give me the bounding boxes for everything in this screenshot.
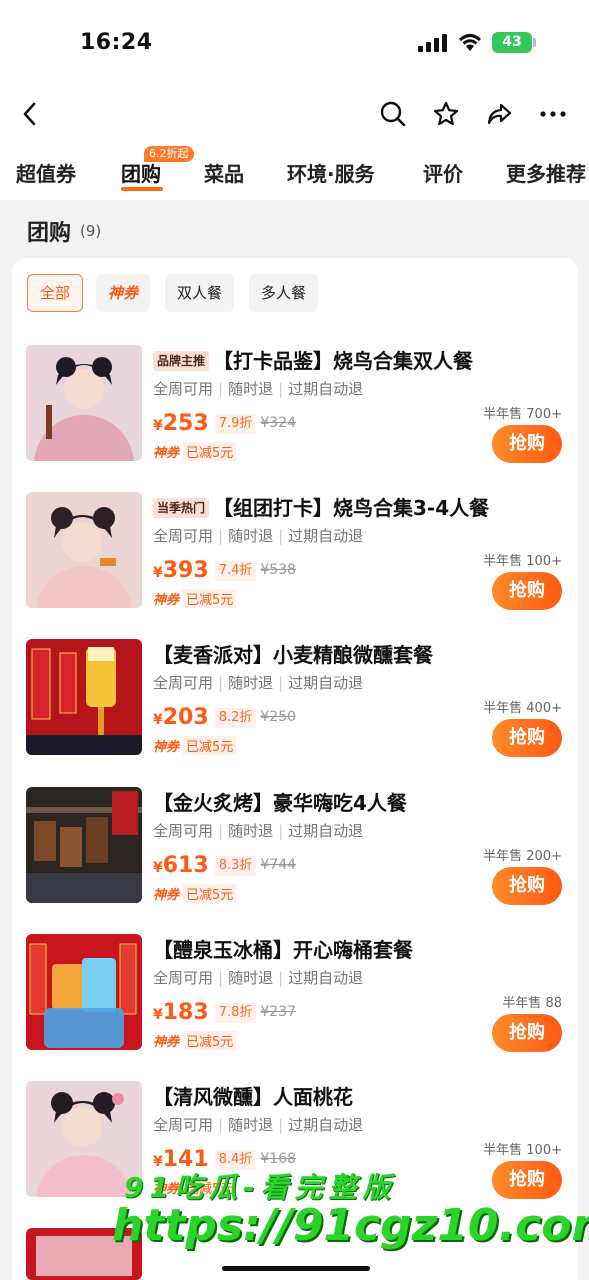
battery-icon: 43 — [492, 32, 532, 53]
deal-thumbnail — [26, 492, 142, 608]
sold-count: 半年售 88 — [502, 996, 562, 1011]
filter-shenquan[interactable]: 神券 — [96, 274, 151, 312]
deal-attributes: 全周可用 | 随时退 | 过期自动退 — [153, 380, 364, 398]
home-indicator — [222, 1266, 370, 1271]
discount-label: 7.8折 — [214, 1003, 257, 1023]
deal-title: 品牌主推 【打卡品鉴】烧鸟合集双人餐 — [153, 345, 573, 374]
filter-two-person[interactable]: 双人餐 — [165, 274, 235, 312]
deal-thumbnail — [26, 345, 142, 461]
original-price: ¥744 — [260, 857, 297, 873]
deal-attributes: 全周可用 | 随时退 | 过期自动退 — [153, 822, 364, 840]
tab-coupons[interactable]: 超值券 — [16, 158, 76, 187]
filter-multi-person[interactable]: 多人餐 — [249, 274, 319, 312]
nav-bar — [0, 88, 589, 140]
price-row: ¥393 7.4折 ¥538 — [153, 558, 297, 583]
buy-button[interactable]: 抢购 — [492, 719, 562, 757]
more-icon[interactable] — [537, 98, 569, 130]
promo-label: 神券 已减5元 — [153, 442, 237, 461]
buy-button[interactable]: 抢购 — [492, 1161, 562, 1199]
deal-title: 【醴泉玉冰桶】开心嗨桶套餐 — [153, 938, 413, 962]
star-icon[interactable] — [430, 98, 462, 130]
wifi-icon — [456, 31, 484, 53]
deal-price: 613 — [162, 853, 209, 878]
deal-item[interactable]: 当季热门 【组团打卡】烧鸟合集3-4人餐 全周可用 | 随时退 | 过期自动退 ¥393 7… — [26, 492, 566, 612]
category-tabs: 超值券 团购 菜品 环境·服务 评价 更多推荐 — [0, 140, 589, 200]
price-row: ¥183 7.8折 ¥237 — [153, 1000, 297, 1025]
deal-attributes: 全周可用 | 随时退 | 过期自动退 — [153, 969, 364, 987]
back-arrow-icon[interactable] — [14, 98, 46, 130]
original-price: ¥168 — [260, 1151, 297, 1167]
buy-button[interactable]: 抢购 — [492, 572, 562, 610]
tab-reviews[interactable]: 评价 — [423, 158, 463, 187]
section-count: (9) — [80, 222, 102, 240]
original-price: ¥324 — [260, 415, 297, 431]
battery-cap — [533, 38, 536, 47]
deal-attributes: 全周可用 | 随时退 | 过期自动退 — [153, 674, 364, 692]
deal-title: 【麦香派对】小麦精酿微醺套餐 — [153, 643, 433, 667]
cellular-signal-icon — [418, 34, 448, 52]
deal-tag: 品牌主推 — [153, 351, 210, 371]
deal-title: 【金火炙烤】豪华嗨吃4人餐 — [153, 791, 407, 815]
deal-item[interactable]: 品牌主推 【打卡品鉴】烧鸟合集双人餐 全周可用 | 随时退 | 过期自动退 ¥253 7.9… — [26, 345, 566, 465]
deal-price: 253 — [162, 411, 209, 436]
deal-attributes: 全周可用 | 随时退 | 过期自动退 — [153, 527, 364, 545]
discount-label: 7.4折 — [214, 561, 257, 581]
deal-tag: 当季热门 — [153, 498, 210, 518]
deal-item[interactable]: 【醴泉玉冰桶】开心嗨桶套餐 全周可用 | 随时退 | 过期自动退 ¥183 7.8折 ¥23… — [26, 934, 566, 1054]
promo-label: 神券 已减5元 — [153, 736, 237, 755]
promo-label: 神券 已减5元 — [153, 589, 237, 608]
deal-title: 【清风微醺】人面桃花 — [153, 1085, 353, 1109]
buy-button[interactable]: 抢购 — [492, 1014, 562, 1052]
deal-attributes: 全周可用 | 随时退 | 过期自动退 — [153, 1116, 364, 1134]
status-bar: 16:24 43 — [0, 0, 589, 88]
filter-all[interactable]: 全部 — [27, 274, 84, 312]
sold-count: 半年售 400+ — [483, 701, 562, 716]
watermark-line-2: https://91cgz10.com — [112, 1200, 589, 1251]
sold-count: 半年售 200+ — [483, 849, 562, 864]
deal-price: 183 — [162, 1000, 209, 1025]
discount-badge: 6.2折起 — [144, 146, 194, 162]
deal-price: 203 — [162, 705, 209, 730]
price-row: ¥203 8.2折 ¥250 — [153, 705, 297, 730]
promo-label: 神券 已减5元 — [153, 1031, 237, 1050]
tab-dishes[interactable]: 菜品 — [204, 158, 244, 187]
tab-more-recommend[interactable]: 更多推荐 — [506, 158, 586, 187]
deal-item[interactable]: 【金火炙烤】豪华嗨吃4人餐 全周可用 | 随时退 | 过期自动退 ¥613 8.3折 ¥74… — [26, 787, 566, 907]
tab-group-buy[interactable]: 团购 — [121, 158, 161, 187]
deal-thumbnail — [26, 787, 142, 903]
sold-count: 半年售 100+ — [483, 554, 562, 569]
discount-label: 8.3折 — [214, 856, 257, 876]
deal-thumbnail — [26, 639, 142, 755]
section-title: 团购 — [27, 221, 72, 246]
share-icon[interactable] — [483, 98, 515, 130]
search-icon[interactable] — [377, 98, 409, 130]
deal-price: 393 — [162, 558, 209, 583]
deal-title: 当季热门 【组团打卡】烧鸟合集3-4人餐 — [153, 492, 573, 521]
price-row: ¥613 8.3折 ¥744 — [153, 853, 297, 878]
sold-count: 半年售 700+ — [483, 407, 562, 422]
buy-button[interactable]: 抢购 — [492, 425, 562, 463]
deal-thumbnail — [26, 934, 142, 1050]
discount-label: 7.9折 — [214, 414, 257, 434]
price-row: ¥253 7.9折 ¥324 — [153, 411, 297, 436]
promo-label: 神券 已减5元 — [153, 884, 237, 903]
status-time: 16:24 — [80, 30, 153, 55]
tab-environment-service[interactable]: 环境·服务 — [287, 158, 375, 187]
original-price: ¥538 — [260, 562, 297, 578]
deal-item[interactable]: 【麦香派对】小麦精酿微醺套餐 全周可用 | 随时退 | 过期自动退 ¥203 8.2折 ¥2… — [26, 639, 566, 759]
sold-count: 半年售 100+ — [483, 1143, 562, 1158]
buy-button[interactable]: 抢购 — [492, 867, 562, 905]
original-price: ¥250 — [260, 709, 297, 725]
active-tab-indicator — [121, 187, 163, 191]
original-price: ¥237 — [260, 1004, 297, 1020]
discount-label: 8.2折 — [214, 708, 257, 728]
